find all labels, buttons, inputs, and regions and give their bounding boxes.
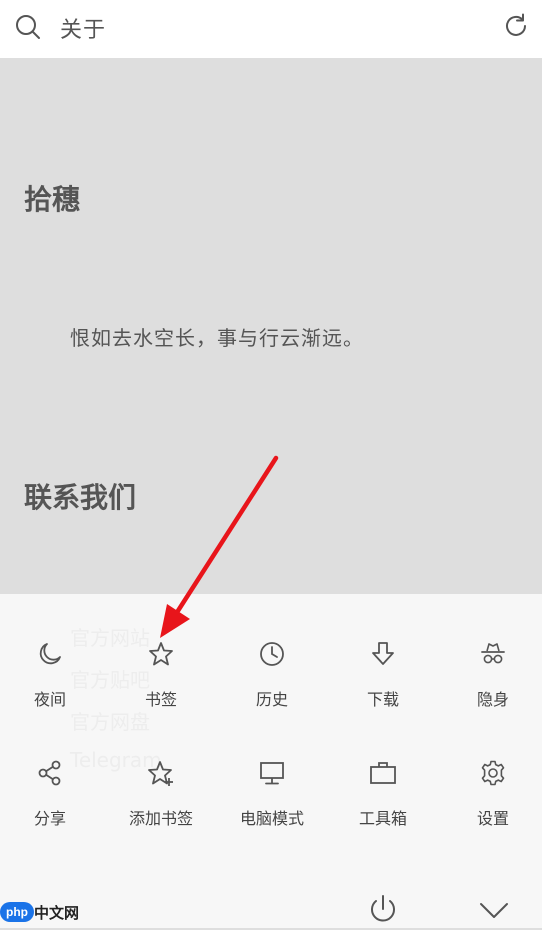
refresh-icon[interactable] [502, 12, 530, 40]
power-icon[interactable] [363, 890, 403, 930]
clock-icon [260, 642, 284, 666]
toolbox-icon [370, 762, 396, 784]
download-arrow-icon [372, 642, 394, 665]
menu-incognito[interactable]: 隐身 [443, 640, 542, 740]
menu-toolbox[interactable]: 工具箱 [333, 759, 433, 859]
menu-label: 添加书签 [128, 809, 193, 828]
menu-label: 工具箱 [358, 809, 407, 828]
incognito-icon [481, 643, 505, 664]
page-title: 关于 [60, 18, 107, 43]
section-heading-shisui: 拾穗 [24, 183, 81, 216]
menu-label: 隐身 [476, 690, 509, 709]
star-plus-icon [148, 761, 173, 786]
menu-night-mode[interactable]: 夜间 [0, 640, 100, 740]
top-bar: 关于 [0, 0, 542, 58]
menu-label: 下载 [366, 690, 399, 709]
menu-add-bookmark[interactable]: 添加书签 [111, 759, 211, 859]
moon-icon [39, 643, 61, 665]
menu-desktop-mode[interactable]: 电脑模式 [222, 759, 322, 859]
gear-icon [481, 760, 505, 786]
chevron-down-icon[interactable] [474, 890, 514, 930]
menu-history[interactable]: 历史 [222, 640, 322, 740]
menu-downloads[interactable]: 下载 [333, 640, 433, 740]
quote-text: 恨如去水空长，事与行云渐远。 [70, 326, 364, 350]
menu-label: 电脑模式 [239, 809, 304, 828]
menu-label: 设置 [476, 809, 509, 828]
menu-settings[interactable]: 设置 [443, 759, 542, 859]
menu-share[interactable]: 分享 [0, 759, 100, 859]
menu-bookmarks[interactable]: 书签 [111, 640, 211, 740]
search-icon[interactable] [14, 13, 42, 41]
share-icon [38, 760, 61, 786]
section-heading-contact: 联系我们 [24, 481, 137, 514]
monitor-icon [260, 762, 284, 785]
star-icon [149, 642, 173, 666]
watermark-text: 中文网 [34, 904, 80, 922]
php-logo: php [0, 902, 34, 922]
menu-label: 分享 [33, 809, 66, 828]
menu-panel: 官方网站 官方贴吧 官方网盘 Telegram 夜间 书签 历史 下载 隐身 分… [0, 594, 542, 928]
menu-label: 夜间 [33, 690, 66, 709]
watermark: php 中文网 [0, 900, 110, 928]
menu-label: 书签 [144, 690, 177, 709]
about-content: 拾穗 恨如去水空长，事与行云渐远。 联系我们 [0, 58, 542, 594]
menu-label: 历史 [255, 690, 288, 709]
